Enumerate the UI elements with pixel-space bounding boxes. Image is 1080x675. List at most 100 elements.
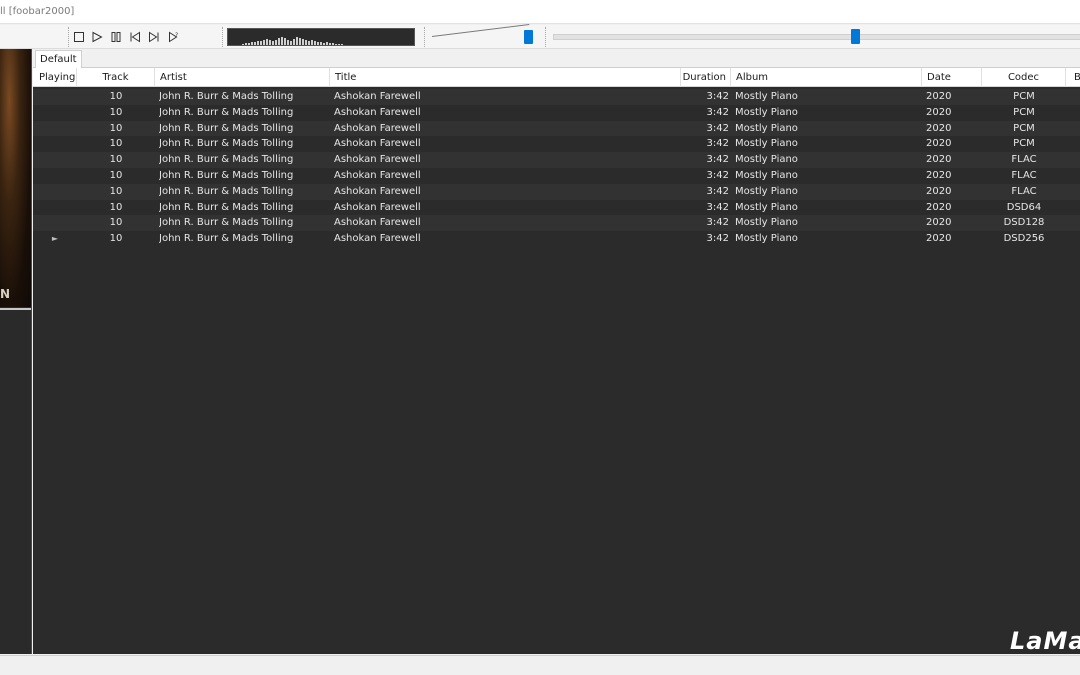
window-title: ll [foobar2000]	[0, 6, 75, 17]
column-header-duration[interactable]: Duration	[681, 68, 731, 87]
spectrum-bar	[254, 42, 256, 45]
spectrum-bar	[326, 42, 328, 45]
cell-title: Ashokan Farewell	[334, 169, 421, 181]
cell-duration: 3:42	[706, 169, 729, 181]
cell-artist: John R. Burr & Mads Tolling	[159, 154, 294, 166]
playlist-view: Default Playing Track Artist Title Durat…	[33, 49, 1080, 655]
cell-artist: John R. Burr & Mads Tolling	[159, 138, 294, 150]
cell-date: 2020	[926, 138, 952, 150]
cell-title: Ashokan Farewell	[334, 106, 421, 118]
pause-icon	[111, 32, 121, 42]
playlist-row[interactable]: ► 10 John R. Burr & Mads Tolling Ashokan Fa…	[33, 231, 1080, 247]
cell-playing	[33, 200, 77, 216]
random-button[interactable]: ?	[166, 29, 182, 45]
cell-track: 10	[109, 154, 123, 166]
playlist-row[interactable]: 10 John R. Burr & Mads Tolling Ashokan Far…	[33, 183, 1080, 200]
cell-title: Ashokan Farewell	[334, 154, 421, 166]
pause-button[interactable]	[108, 29, 124, 45]
cell-date: 2020	[926, 185, 952, 197]
column-header-album[interactable]: Album	[731, 68, 922, 87]
spectrum-bar	[338, 44, 340, 45]
spectrum-bar	[275, 40, 277, 45]
cell-duration: 3:42	[706, 138, 729, 150]
spectrum-bar	[272, 41, 274, 45]
cell-duration: 3:42	[706, 106, 729, 118]
playlist-row[interactable]: 10 John R. Burr & Mads Tolling Ashokan Far…	[33, 167, 1080, 184]
previous-button[interactable]	[127, 29, 143, 45]
playlist-row[interactable]: 10 John R. Burr & Mads Tolling Ashokan Far…	[33, 152, 1080, 168]
cell-track: 10	[109, 185, 123, 197]
cell-track: 10	[109, 106, 123, 118]
previous-icon	[130, 31, 140, 43]
spectrum-bar	[320, 42, 322, 45]
play-button[interactable]	[89, 29, 105, 45]
spectrum-bar	[257, 41, 259, 45]
cell-playing	[33, 168, 77, 184]
spectrum-bar	[329, 43, 331, 45]
cell-title: Ashokan Farewell	[334, 122, 421, 134]
spectrum-visualizer[interactable]	[227, 28, 415, 46]
cell-artist: John R. Burr & Mads Tolling	[159, 217, 294, 229]
playlist-row[interactable]: 10 John R. Burr & Mads Tolling Ashokan Far…	[33, 120, 1080, 137]
cell-codec: DSD64	[1006, 201, 1042, 213]
playlist-row[interactable]: 10 John R. Burr & Mads Tolling Ashokan Far…	[33, 89, 1080, 105]
cell-duration: 3:42	[706, 233, 729, 245]
cell-title: Ashokan Farewell	[334, 201, 421, 213]
cell-title: Ashokan Farewell	[334, 91, 421, 102]
volume-thumb[interactable]	[524, 30, 533, 44]
watermark: LaMa	[1010, 627, 1080, 655]
cell-track: 10	[109, 233, 123, 245]
cell-title: Ashokan Farewell	[334, 233, 421, 245]
spectrum-bar	[341, 44, 343, 45]
column-header-codec[interactable]: Codec	[982, 68, 1066, 87]
status-bar	[0, 655, 1080, 675]
cell-playing	[33, 136, 77, 152]
cell-date: 2020	[926, 154, 952, 166]
playlist-row[interactable]: 10 John R. Burr & Mads Tolling Ashokan Far…	[33, 215, 1080, 232]
spectrum-bar	[269, 40, 271, 45]
next-button[interactable]	[146, 29, 162, 45]
tab-default[interactable]: Default	[35, 50, 82, 68]
spectrum-bar	[245, 43, 247, 45]
cell-codec: FLAC	[1011, 154, 1037, 166]
toolbar-separator	[68, 27, 69, 47]
cell-date: 2020	[926, 217, 952, 229]
column-header-track[interactable]: Track	[77, 68, 155, 87]
cell-track: 10	[109, 138, 123, 150]
seekbar-thumb[interactable]	[851, 29, 861, 44]
column-headers: Playing Track Artist Title Duration Albu…	[33, 68, 1080, 87]
cell-playing	[33, 89, 77, 105]
cell-artist: John R. Burr & Mads Tolling	[159, 91, 294, 102]
column-header-bitrate[interactable]: B	[1066, 68, 1080, 87]
panel-divider[interactable]	[0, 308, 31, 310]
cell-playing	[33, 152, 77, 168]
column-header-title[interactable]: Title	[330, 68, 681, 87]
column-header-date[interactable]: Date	[922, 68, 982, 87]
playlist-row[interactable]: 10 John R. Burr & Mads Tolling Ashokan Far…	[33, 136, 1080, 153]
next-icon	[149, 31, 159, 43]
playlist-row[interactable]: 10 John R. Burr & Mads Tolling Ashokan Far…	[33, 104, 1080, 121]
cell-duration: 3:42	[706, 122, 729, 134]
title-bar: ll [foobar2000]	[0, 0, 1080, 24]
stop-button[interactable]	[71, 29, 87, 45]
volume-slider[interactable]	[428, 24, 540, 46]
spectrum-bar	[353, 45, 355, 46]
cell-playing	[33, 184, 77, 200]
cell-album: Mostly Piano	[735, 233, 798, 245]
column-header-artist[interactable]: Artist	[155, 68, 330, 87]
spectrum-bar	[299, 38, 301, 45]
playlist-tabs: Default	[33, 49, 1080, 68]
cell-duration: 3:42	[706, 91, 729, 102]
playlist-row[interactable]: 10 John R. Burr & Mads Tolling Ashokan Far…	[33, 199, 1080, 216]
cell-artist: John R. Burr & Mads Tolling	[159, 185, 294, 197]
cell-artist: John R. Burr & Mads Tolling	[159, 201, 294, 213]
cell-track: 10	[109, 122, 123, 134]
toolbar-separator	[424, 27, 425, 47]
cell-date: 2020	[926, 91, 952, 102]
spectrum-bar	[263, 40, 265, 45]
seekbar[interactable]	[553, 34, 1080, 40]
spectrum-bar	[332, 43, 334, 45]
spectrum-bar	[314, 41, 316, 45]
spectrum-bar	[251, 42, 253, 45]
column-header-playing[interactable]: Playing	[33, 68, 77, 87]
